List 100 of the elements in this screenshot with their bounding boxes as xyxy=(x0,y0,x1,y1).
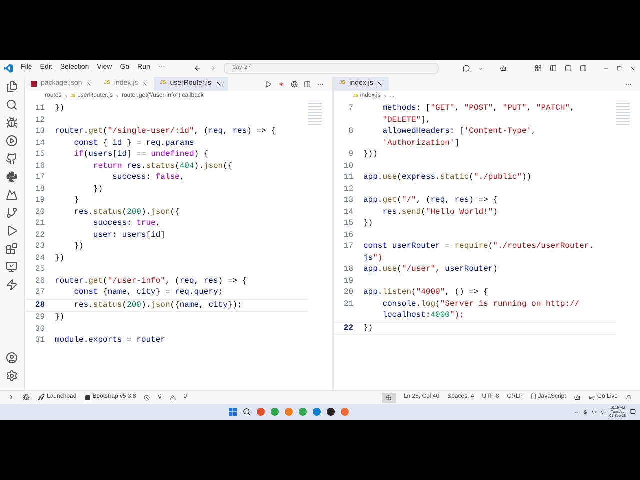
chevron-icon xyxy=(382,94,388,98)
code-line: "DELETE"], xyxy=(382,114,432,126)
code-line: methods: ["GET", "POST", "PUT", "PATCH", xyxy=(382,103,575,114)
code-line: }) xyxy=(364,218,374,230)
line-number: 28 xyxy=(34,300,46,311)
minimize-icon[interactable] xyxy=(603,66,609,72)
line-number: 7 xyxy=(348,103,354,115)
chevron-icon xyxy=(114,94,120,98)
line-number: 23 xyxy=(34,241,46,252)
code-line: } xyxy=(73,195,80,206)
line-number: 20 xyxy=(34,206,46,218)
line-number: 18 xyxy=(342,264,354,276)
line-number: 22 xyxy=(34,230,46,241)
rocket-icon[interactable] xyxy=(38,394,45,401)
line-number: 20 xyxy=(342,287,354,298)
chevron-icon[interactable] xyxy=(574,410,579,414)
microphone-icon[interactable] xyxy=(582,410,588,414)
debug-icon[interactable] xyxy=(278,80,284,88)
close-icon[interactable] xyxy=(216,81,222,87)
code-line: app.use(express.static("./public")) xyxy=(364,172,532,184)
error-icon xyxy=(144,394,150,400)
line-number: 21 xyxy=(34,218,46,230)
run-icon[interactable] xyxy=(264,80,272,88)
close-icon[interactable] xyxy=(377,81,384,87)
line-number: 9 xyxy=(348,149,354,160)
close-icon[interactable] xyxy=(630,66,636,72)
line-number: 15 xyxy=(342,218,354,230)
line-number: 14 xyxy=(34,138,46,149)
line-number: 21 xyxy=(342,298,354,310)
line-number: 13 xyxy=(342,195,354,206)
account-icon[interactable] xyxy=(6,352,18,364)
panel-right-icon[interactable] xyxy=(580,65,587,72)
wifi-icon[interactable] xyxy=(592,410,597,414)
back-icon[interactable] xyxy=(194,65,201,72)
code-line: 'Authorization'] xyxy=(382,138,461,149)
code-line: module.exports = router xyxy=(55,335,166,346)
code-line: console.log("Server is running on http:// xyxy=(382,298,580,310)
line-number: 26 xyxy=(34,276,46,287)
code-line: router.get("/single-user/:id", (req, res) => { xyxy=(55,126,276,138)
line-number: 10 xyxy=(342,160,354,172)
layout-icon[interactable] xyxy=(535,65,542,72)
line-number: 15 xyxy=(34,149,46,160)
bootstrap-icon[interactable] xyxy=(84,394,91,400)
robot-icon[interactable] xyxy=(574,394,582,401)
notification-icon[interactable] xyxy=(630,409,636,415)
source-control-icon[interactable] xyxy=(6,207,18,219)
cat-icon[interactable] xyxy=(6,153,18,165)
code-line: res.status(200).json({ xyxy=(73,206,180,218)
caret-icon[interactable] xyxy=(478,66,484,72)
code-line: const { id } = req.params xyxy=(73,138,194,149)
explorer-icon[interactable] xyxy=(6,81,18,93)
start-icon[interactable] xyxy=(228,408,237,416)
robot-icon[interactable] xyxy=(500,65,507,72)
line-number: 29 xyxy=(34,312,46,324)
broadcast-icon[interactable] xyxy=(589,394,596,400)
search-icon[interactable] xyxy=(242,408,251,416)
play-circle-icon[interactable] xyxy=(6,135,18,147)
code-line: }) xyxy=(92,184,104,195)
settings-icon[interactable] xyxy=(6,370,18,382)
code-line: success: false, xyxy=(112,172,185,184)
line-number: 17 xyxy=(342,241,354,253)
split-editor-icon[interactable] xyxy=(304,80,310,88)
code-line: app.use("/user", userRouter) xyxy=(364,264,498,276)
line-number: 25 xyxy=(34,264,46,276)
zoom-icon xyxy=(386,394,392,400)
line-number: 16 xyxy=(342,230,354,241)
line-number: 19 xyxy=(342,276,354,287)
search-icon[interactable] xyxy=(6,99,18,111)
python-icon[interactable] xyxy=(6,171,18,183)
code-line: }) xyxy=(55,312,65,324)
line-number: 12 xyxy=(342,184,354,195)
line-number: 16 xyxy=(34,160,46,172)
lightning-icon[interactable] xyxy=(6,279,18,291)
line-number: 12 xyxy=(34,114,46,126)
notification-icon[interactable] xyxy=(626,394,632,400)
mountain-icon[interactable] xyxy=(6,189,18,201)
maximize-icon[interactable] xyxy=(617,66,622,71)
chat-icon[interactable] xyxy=(462,65,470,72)
code-line: res.send("Hello World!") xyxy=(382,206,498,218)
panel-bottom-icon[interactable] xyxy=(565,65,572,72)
monitor-icon[interactable] xyxy=(6,261,18,273)
zoom-button[interactable] xyxy=(382,392,396,402)
app-logo-icon xyxy=(4,64,13,73)
package-icon xyxy=(31,81,37,87)
code-line: }) xyxy=(55,103,65,114)
globe-icon[interactable] xyxy=(290,80,298,88)
run-icon[interactable] xyxy=(6,225,18,237)
bug-icon[interactable] xyxy=(6,117,18,129)
panel-left-icon[interactable] xyxy=(550,65,557,72)
line-number: 18 xyxy=(34,184,46,195)
volume-icon[interactable] xyxy=(600,410,606,414)
extensions-icon[interactable] xyxy=(6,243,18,255)
bug-icon[interactable] xyxy=(23,394,30,401)
line-number: 11 xyxy=(34,103,46,114)
code-line: router.get("/user-info", (req, res) => { xyxy=(55,276,248,287)
line-number: 30 xyxy=(34,324,46,335)
code-line: })) xyxy=(364,149,378,160)
code-line: const {name, city} = req.query; xyxy=(73,287,224,298)
code-line: }) xyxy=(364,322,374,334)
code-line: app.listen("4000", () => { xyxy=(364,287,488,298)
